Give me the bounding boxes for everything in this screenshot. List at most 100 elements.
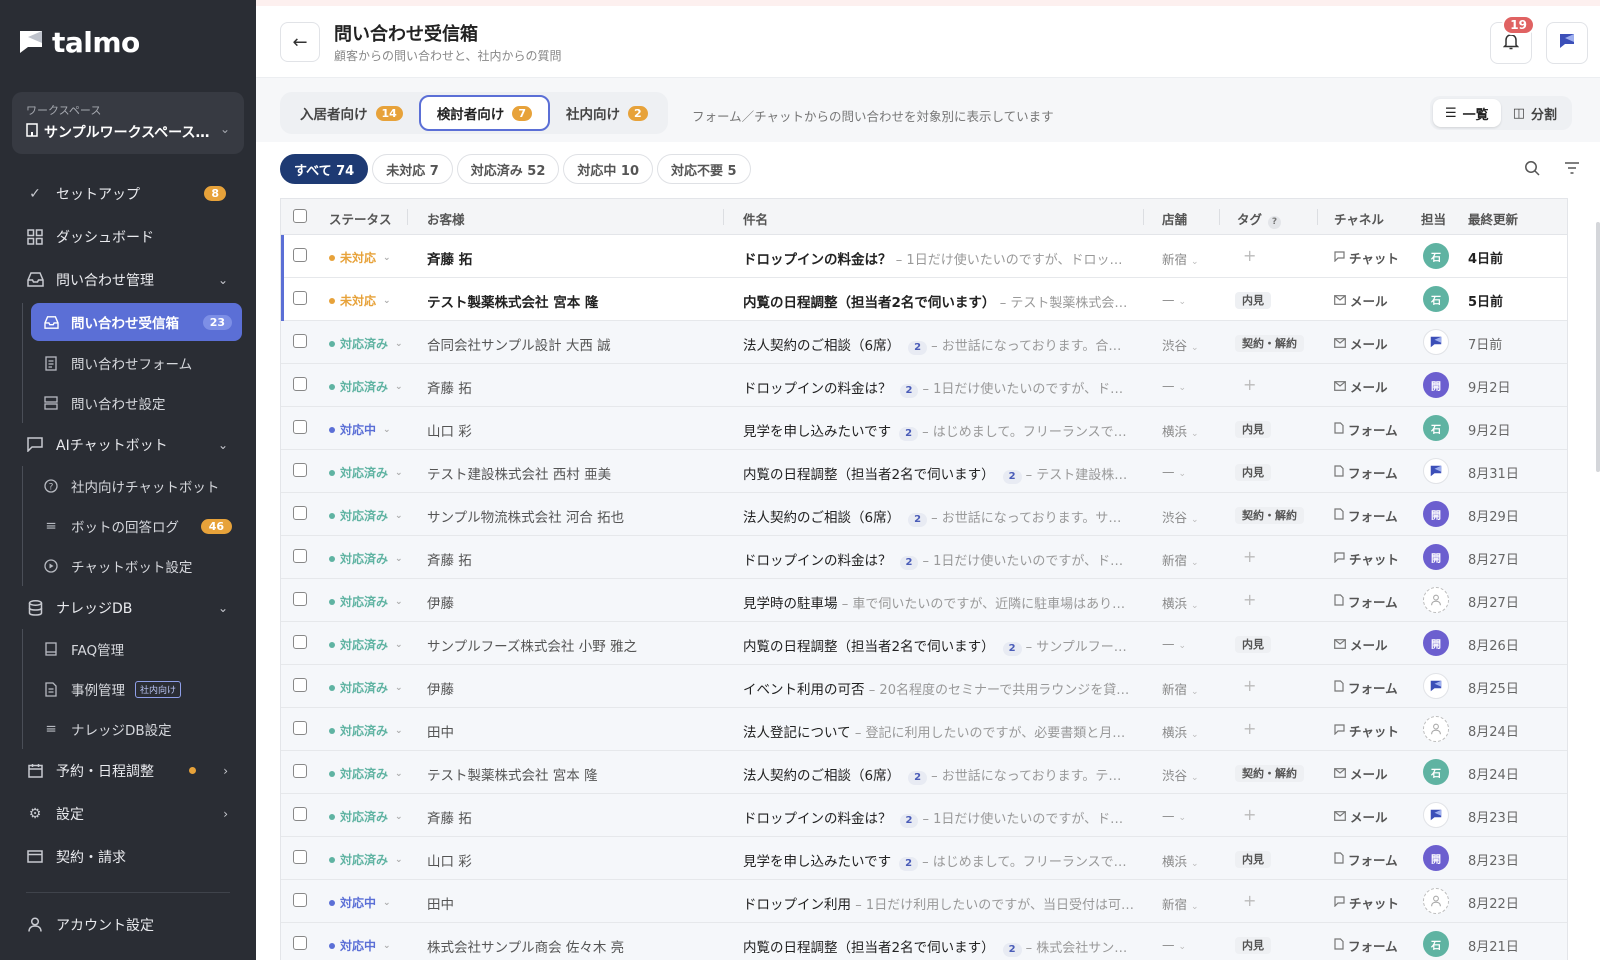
row-checkbox[interactable] (293, 678, 307, 692)
subject-cell[interactable]: 法人契約のご相談（6席） 2– お世話になっております。合… (743, 334, 1138, 355)
subject-cell[interactable]: 見学を申し込みたいです 2– はじめまして。フリーランスで… (743, 850, 1138, 871)
status-dropdown[interactable]: 未対応 ⌄ (329, 292, 391, 309)
sidebar-item-knowledge-db[interactable]: ナレッジDB ⌄ (0, 586, 256, 629)
talmo-avatar-icon[interactable] (1423, 458, 1449, 484)
status-dropdown[interactable]: 対応中 ⌄ (329, 421, 391, 438)
sidebar-item-settings[interactable]: ⚙ 設定 › (0, 792, 256, 835)
unassigned-icon[interactable] (1423, 587, 1449, 613)
status-dropdown[interactable]: 対応済み ⌄ (329, 722, 403, 739)
store-dropdown[interactable]: 横浜 ⌄ (1162, 722, 1199, 741)
assignee-avatar[interactable]: 石 (1423, 243, 1449, 269)
table-row[interactable]: 対応済み ⌄ 斉藤 拓ドロップインの料金は？ 2– 1日だけ使いたいのですが、ド… — ⌄… (281, 794, 1567, 837)
store-dropdown[interactable]: 新宿 ⌄ (1162, 550, 1199, 569)
store-dropdown[interactable]: 渋谷 ⌄ (1162, 335, 1199, 354)
table-row[interactable]: 対応済み ⌄ 伊藤 見学時の駐車場 – 車で伺いたいのですが、近隣に駐車場はあり… 横浜… (281, 579, 1567, 622)
status-dropdown[interactable]: 対応済み ⌄ (329, 636, 403, 653)
filter-all[interactable]: すべて 74 (280, 154, 369, 184)
add-tag-icon[interactable]: + (1243, 676, 1256, 695)
column-updated[interactable]: 最終更新 (1468, 209, 1518, 228)
store-dropdown[interactable]: — ⌄ (1162, 937, 1186, 952)
row-checkbox[interactable] (293, 334, 307, 348)
row-checkbox[interactable] (293, 248, 307, 262)
add-tag-icon[interactable]: + (1243, 590, 1256, 609)
sidebar-item-setup[interactable]: ✓ セットアップ 8 (0, 172, 256, 215)
store-dropdown[interactable]: 渋谷 ⌄ (1162, 507, 1199, 526)
status-dropdown[interactable]: 対応済み ⌄ (329, 808, 403, 825)
subject-cell[interactable]: 内覧の日程調整（担当者2名で伺います） – テスト製薬株式会… (743, 291, 1138, 311)
subject-cell[interactable]: 見学時の駐車場 – 車で伺いたいのですが、近隣に駐車場はあり… (743, 592, 1138, 612)
status-dropdown[interactable]: 対応済み ⌄ (329, 593, 403, 610)
status-dropdown[interactable]: 対応済み ⌄ (329, 550, 403, 567)
table-row[interactable]: 対応済み ⌄ サンプル物流株式会社 河合 拓也 法人契約のご相談（6席） 2– お世話に… (281, 493, 1567, 536)
table-row[interactable]: 対応済み ⌄ 斉藤 拓ドロップインの料金は？ 2– 1日だけ使いたいのですが、ド… — ⌄… (281, 364, 1567, 407)
subject-cell[interactable]: 内覧の日程調整（担当者2名で伺います） 2– テスト建設株… (743, 463, 1138, 484)
add-tag-icon[interactable]: + (1243, 246, 1256, 265)
store-dropdown[interactable]: 横浜 ⌄ (1162, 593, 1199, 612)
assignee-avatar[interactable]: 石 (1423, 286, 1449, 312)
column-channel[interactable]: チャネル (1334, 209, 1384, 228)
row-checkbox[interactable] (293, 893, 307, 907)
tag-pill[interactable]: 契約・解約 (1235, 507, 1304, 524)
tab-residents[interactable]: 入居者向け 14 (284, 95, 419, 131)
sidebar-item-inquiry[interactable]: 問い合わせ管理 ⌄ (0, 258, 256, 301)
status-dropdown[interactable]: 対応済み ⌄ (329, 335, 403, 352)
subject-cell[interactable]: ドロップインの料金は？ 2– 1日だけ使いたいのですが、ド… (743, 377, 1138, 398)
sidebar-item-internal-chatbot[interactable]: ? 社内向けチャットボット (23, 466, 256, 506)
table-row[interactable]: 対応中 ⌄ 株式会社サンプル商会 佐々木 亮 内覧の日程調整（担当者2名で伺います） 2… (281, 923, 1567, 960)
add-tag-icon[interactable]: + (1243, 891, 1256, 910)
row-checkbox[interactable] (293, 377, 307, 391)
subject-cell[interactable]: イベント利用の可否 – 20名程度のセミナーで共用ラウンジを貸… (743, 678, 1138, 698)
subject-cell[interactable]: ドロップイン利用 – 1日だけ利用したいのですが、当日受付は可… (743, 893, 1138, 913)
store-dropdown[interactable]: — ⌄ (1162, 292, 1186, 307)
table-row[interactable]: 対応済み ⌄ 伊藤 イベント利用の可否 – 20名程度のセミナーで共用ラウンジを貸… 新… (281, 665, 1567, 708)
tag-pill[interactable]: 内見 (1235, 464, 1271, 481)
view-list-button[interactable]: ☰ 一覧 (1433, 99, 1501, 127)
search-icon[interactable] (1522, 158, 1542, 178)
table-row[interactable]: 対応済み ⌄ サンプルフーズ株式会社 小野 雅之 内覧の日程調整（担当者2名で伺います… (281, 622, 1567, 665)
filter-in-progress[interactable]: 対応中 10 (563, 154, 654, 184)
store-dropdown[interactable]: — ⌄ (1162, 808, 1186, 823)
tag-pill[interactable]: 内見 (1235, 636, 1271, 653)
status-dropdown[interactable]: 対応済み ⌄ (329, 851, 403, 868)
filter-icon[interactable] (1562, 158, 1582, 178)
store-dropdown[interactable]: — ⌄ (1162, 464, 1186, 479)
store-dropdown[interactable]: 横浜 ⌄ (1162, 851, 1199, 870)
back-button[interactable]: ← (280, 22, 320, 62)
sidebar-item-bot-log[interactable]: ≡ ボットの回答ログ 46 (23, 506, 256, 546)
assignee-avatar[interactable]: 開 (1423, 501, 1449, 527)
status-dropdown[interactable]: 対応済み ⌄ (329, 378, 403, 395)
column-tag[interactable]: タグ? (1237, 209, 1282, 229)
store-dropdown[interactable]: 渋谷 ⌄ (1162, 765, 1199, 784)
column-store[interactable]: 店舗 (1162, 209, 1187, 228)
row-checkbox[interactable] (293, 936, 307, 950)
table-row[interactable]: 対応済み ⌄ 合同会社サンプル設計 大西 誠 法人契約のご相談（6席） 2– お世話にな… (281, 321, 1567, 364)
tab-internal[interactable]: 社内向け 2 (550, 95, 664, 131)
status-dropdown[interactable]: 未対応 ⌄ (329, 249, 391, 266)
sidebar-item-chatbot-settings[interactable]: チャットボット設定 (23, 546, 256, 586)
unassigned-icon[interactable] (1423, 888, 1449, 914)
subject-cell[interactable]: 法人契約のご相談（6席） 2– お世話になっております。テ… (743, 764, 1138, 785)
tag-pill[interactable]: 内見 (1235, 937, 1271, 954)
talmo-avatar-icon[interactable] (1423, 802, 1449, 828)
column-subject[interactable]: 件名 (743, 209, 768, 228)
table-row[interactable]: 対応中 ⌄ 山口 彩見学を申し込みたいです 2– はじめまして。フリーランスで… 横浜 ⌄… (281, 407, 1567, 450)
sidebar-item-cases[interactable]: 事例管理 社内向け (23, 669, 256, 709)
add-tag-icon[interactable]: + (1243, 547, 1256, 566)
assignee-avatar[interactable]: 開 (1423, 845, 1449, 871)
sidebar-item-ai-chatbot[interactable]: AIチャットボット ⌄ (0, 423, 256, 466)
row-checkbox[interactable] (293, 291, 307, 305)
table-row[interactable]: 対応済み ⌄ テスト建設株式会社 西村 亜美 内覧の日程調整（担当者2名で伺います） 2… (281, 450, 1567, 493)
assignee-avatar[interactable]: 石 (1423, 931, 1449, 957)
sidebar-item-kdb-settings[interactable]: ≡ ナレッジDB設定 (23, 709, 256, 749)
sidebar-item-account[interactable]: アカウント設定 (0, 903, 256, 946)
status-dropdown[interactable]: 対応済み ⌄ (329, 464, 403, 481)
table-row[interactable]: 未対応 ⌄ 斉藤 拓 ドロップインの料金は？ – 1日だけ使いたいのですが、ドロッ… 新… (281, 235, 1567, 278)
assignee-avatar[interactable]: 石 (1423, 415, 1449, 441)
subject-cell[interactable]: 内覧の日程調整（担当者2名で伺います） 2– サンプルフー… (743, 635, 1138, 656)
row-checkbox[interactable] (293, 463, 307, 477)
filter-unhandled[interactable]: 未対応 7 (372, 154, 453, 184)
subject-cell[interactable]: 見学を申し込みたいです 2– はじめまして。フリーランスで… (743, 420, 1138, 441)
assignee-avatar[interactable]: 開 (1423, 544, 1449, 570)
tag-pill[interactable]: 内見 (1235, 421, 1271, 438)
status-dropdown[interactable]: 対応済み ⌄ (329, 507, 403, 524)
